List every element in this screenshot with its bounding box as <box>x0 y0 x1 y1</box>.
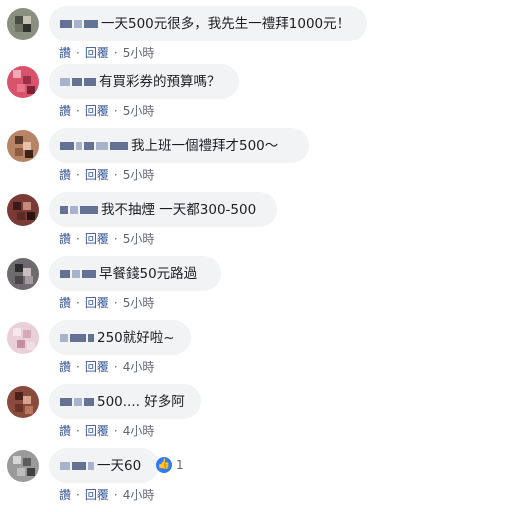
commenter-name[interactable] <box>60 333 94 342</box>
reply-link[interactable]: 回覆 <box>85 488 109 502</box>
separator-dot: · <box>76 296 80 310</box>
separator-dot: · <box>76 488 80 502</box>
comment-actions: 讚 · 回覆 · 4小時 <box>59 486 154 503</box>
avatar[interactable] <box>7 8 39 40</box>
comment-text: 一天60 <box>97 457 142 474</box>
comment-time[interactable]: 5小時 <box>123 46 155 60</box>
avatar[interactable] <box>7 386 39 418</box>
comment-text: 有買彩券的預算嗎？ <box>99 73 221 90</box>
comment-actions: 讚 · 回覆 · 4小時 <box>59 358 154 375</box>
separator-dot: · <box>113 296 118 310</box>
comment-time[interactable]: 4小時 <box>123 488 155 502</box>
comment-time[interactable]: 4小時 <box>123 360 155 374</box>
reply-link[interactable]: 回覆 <box>85 360 109 374</box>
separator-dot: · <box>113 488 118 502</box>
comment-bubble: 250就好啦~ <box>49 320 191 355</box>
comment: 我不抽煙 一天都300-500 讚 · 回覆 · 5小時 <box>0 192 506 256</box>
avatar[interactable] <box>7 66 39 98</box>
comment: 早餐錢50元路過 讚 · 回覆 · 5小時 <box>0 256 506 320</box>
separator-dot: · <box>113 424 118 438</box>
reaction-count: 1 <box>176 458 184 472</box>
avatar[interactable] <box>7 450 39 482</box>
comment-time[interactable]: 5小時 <box>123 296 155 310</box>
like-link[interactable]: 讚 <box>59 360 71 374</box>
reply-link[interactable]: 回覆 <box>85 424 109 438</box>
commenter-name[interactable] <box>60 19 98 28</box>
comment-text: 250就好啦~ <box>97 329 175 346</box>
comment-bubble: 我不抽煙 一天都300-500 <box>49 192 277 227</box>
comment-bubble: 有買彩券的預算嗎？ <box>49 64 239 99</box>
avatar[interactable] <box>7 130 39 162</box>
comment-text: 我不抽煙 一天都300-500 <box>101 201 257 218</box>
separator-dot: · <box>113 360 118 374</box>
comment-text: 我上班一個禮拜才500～ <box>131 137 279 154</box>
comment-bubble: 我上班一個禮拜才500～ <box>49 128 309 163</box>
commenter-name[interactable] <box>60 141 128 150</box>
comment-actions: 讚 · 回覆 · 5小時 <box>59 44 154 61</box>
comment-actions: 讚 · 回覆 · 5小時 <box>59 230 154 247</box>
separator-dot: · <box>113 168 118 182</box>
comment: 一天60 👍 1 讚 · 回覆 · 4小時 <box>0 448 506 512</box>
like-link[interactable]: 讚 <box>59 424 71 438</box>
comment-time[interactable]: 5小時 <box>123 104 155 118</box>
like-link[interactable]: 讚 <box>59 104 71 118</box>
like-link[interactable]: 讚 <box>59 232 71 246</box>
comment: 我上班一個禮拜才500～ 讚 · 回覆 · 5小時 <box>0 128 506 192</box>
reply-link[interactable]: 回覆 <box>85 104 109 118</box>
comment-text: 早餐錢50元路過 <box>99 265 198 282</box>
like-icon: 👍 <box>156 457 172 473</box>
commenter-name[interactable] <box>60 269 96 278</box>
commenter-name[interactable] <box>60 77 96 86</box>
reply-link[interactable]: 回覆 <box>85 296 109 310</box>
separator-dot: · <box>76 46 80 60</box>
reaction-badge[interactable]: 👍 1 <box>156 457 184 473</box>
comment-actions: 讚 · 回覆 · 5小時 <box>59 166 154 183</box>
comment-actions: 讚 · 回覆 · 4小時 <box>59 422 154 439</box>
like-link[interactable]: 讚 <box>59 296 71 310</box>
like-link[interactable]: 讚 <box>59 168 71 182</box>
reply-link[interactable]: 回覆 <box>85 46 109 60</box>
commenter-name[interactable] <box>60 205 98 214</box>
comment-text: 500.... 好多阿 <box>97 393 185 410</box>
separator-dot: · <box>113 232 118 246</box>
separator-dot: · <box>76 104 80 118</box>
separator-dot: · <box>113 104 118 118</box>
separator-dot: · <box>76 360 80 374</box>
avatar[interactable] <box>7 194 39 226</box>
comment: 有買彩券的預算嗎？ 讚 · 回覆 · 5小時 <box>0 64 506 128</box>
commenter-name[interactable] <box>60 397 94 406</box>
comment-actions: 讚 · 回覆 · 5小時 <box>59 294 154 311</box>
separator-dot: · <box>113 46 118 60</box>
commenter-name[interactable] <box>60 461 94 470</box>
separator-dot: · <box>76 424 80 438</box>
comment-text: 一天500元很多，我先生一禮拜1000元！ <box>101 15 351 32</box>
reply-link[interactable]: 回覆 <box>85 232 109 246</box>
avatar[interactable] <box>7 322 39 354</box>
comment: 一天500元很多，我先生一禮拜1000元！ 讚 · 回覆 · 5小時 <box>0 6 506 70</box>
comment-time[interactable]: 5小時 <box>123 232 155 246</box>
comment-bubble: 500.... 好多阿 <box>49 384 201 419</box>
comment-bubble: 一天60 <box>49 448 159 483</box>
like-link[interactable]: 讚 <box>59 46 71 60</box>
comment: 250就好啦~ 讚 · 回覆 · 4小時 <box>0 320 506 384</box>
comment-bubble: 早餐錢50元路過 <box>49 256 221 291</box>
comment-bubble: 一天500元很多，我先生一禮拜1000元！ <box>49 6 367 41</box>
comment: 500.... 好多阿 讚 · 回覆 · 4小時 <box>0 384 506 448</box>
separator-dot: · <box>76 168 80 182</box>
reply-link[interactable]: 回覆 <box>85 168 109 182</box>
comment-time[interactable]: 5小時 <box>123 168 155 182</box>
separator-dot: · <box>76 232 80 246</box>
comment-actions: 讚 · 回覆 · 5小時 <box>59 102 154 119</box>
comment-time[interactable]: 4小時 <box>123 424 155 438</box>
avatar[interactable] <box>7 258 39 290</box>
like-link[interactable]: 讚 <box>59 488 71 502</box>
